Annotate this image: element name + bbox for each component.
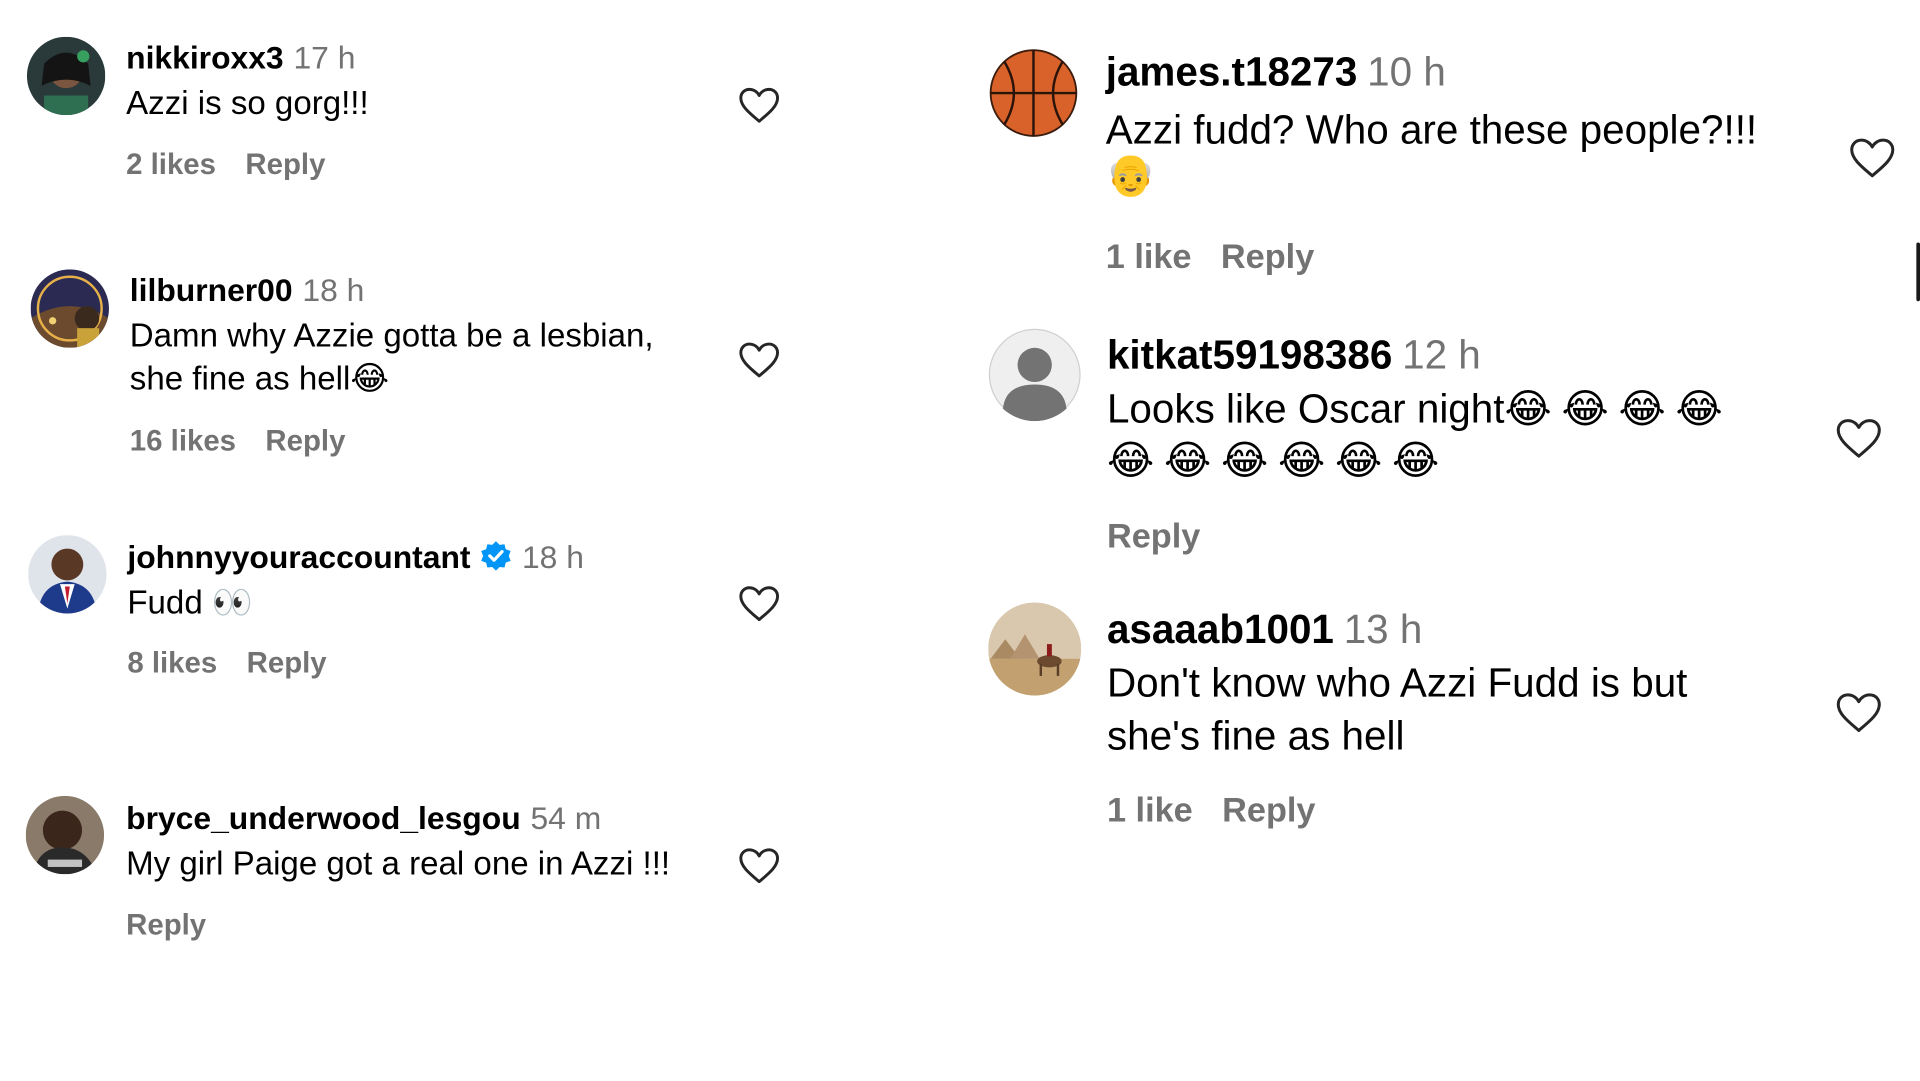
avatar[interactable]: [28, 535, 107, 614]
avatar[interactable]: [26, 36, 106, 116]
heart-icon[interactable]: [1836, 692, 1883, 734]
likes-count[interactable]: 16 likes: [130, 425, 236, 458]
heart-icon[interactable]: [1836, 418, 1883, 460]
timestamp: 18 h: [521, 538, 584, 576]
default-avatar-glyph: [988, 328, 1081, 422]
laughing-emoji: 😂: [1220, 437, 1269, 483]
laughing-emoji: 😂: [1277, 437, 1326, 483]
avatar[interactable]: [25, 795, 105, 875]
comment-text: Azzi is so gorg!!!: [126, 84, 369, 122]
timestamp: 54 m: [530, 799, 602, 837]
likes-count[interactable]: 2 likes: [126, 148, 216, 181]
old-man-emoji: 👴: [1105, 151, 1157, 198]
comment-text-part: Looks like Oscar night: [1106, 385, 1505, 432]
comment-text: Don't know who Azzi Fudd is but she's fi…: [1107, 658, 1687, 763]
comment-text: Fudd 👀: [127, 582, 253, 625]
heart-icon[interactable]: [738, 87, 780, 124]
avatar[interactable]: [988, 602, 1082, 696]
comment-text: Damn why Azzie gotta be a lesbian, she f…: [130, 315, 730, 401]
username[interactable]: johnnyyouraccountant: [127, 539, 470, 576]
heart-icon[interactable]: [1849, 137, 1896, 179]
likes-count[interactable]: 1 like: [1107, 791, 1193, 829]
reply-button[interactable]: Reply: [126, 909, 206, 942]
timestamp: 12 h: [1402, 331, 1481, 378]
heart-icon[interactable]: [738, 847, 780, 884]
likes-count[interactable]: 8 likes: [127, 647, 217, 680]
username[interactable]: james.t18273: [1106, 49, 1358, 94]
comment-text: Azzi fudd? Who are these people?!!!: [1105, 106, 1758, 152]
reply-button[interactable]: Reply: [247, 647, 327, 680]
laughing-emoji: 😂: [1106, 437, 1155, 483]
comment-text: My girl Paige got a real one in Azzi !!!: [126, 844, 671, 882]
comments-panel: nikkiroxx3 17 h Azzi is so gorg!!! 2 like…: [0, 0, 1920, 1081]
avatar-photo: [26, 36, 106, 116]
avatar-photo: [25, 795, 105, 875]
avatar-photo: [28, 535, 107, 614]
basketball-avatar: [986, 46, 1081, 140]
comment-text: Looks like Oscar night😂 😂 😂 😂: [1107, 383, 1733, 436]
heart-icon[interactable]: [738, 342, 780, 379]
laughing-emoji: 😂: [1504, 385, 1552, 432]
username[interactable]: bryce_underwood_lesgou: [126, 800, 521, 837]
username[interactable]: nikkiroxx3: [126, 39, 284, 76]
reply-button[interactable]: Reply: [1221, 238, 1314, 276]
avatar[interactable]: [986, 46, 1081, 140]
avatar[interactable]: [30, 269, 109, 348]
reply-button[interactable]: Reply: [1222, 791, 1315, 829]
laughing-emoji: 😂: [350, 360, 390, 397]
laughing-emoji: 😂: [1335, 437, 1383, 483]
timestamp: 13 h: [1343, 606, 1423, 652]
comment-text-line: she fine as hell😂: [130, 358, 730, 401]
avatar-photo: [30, 269, 109, 348]
timestamp: 10 h: [1367, 48, 1446, 95]
likes-count[interactable]: 1 like: [1106, 238, 1192, 276]
heart-icon[interactable]: [738, 585, 780, 622]
laughing-emoji: 😂: [1618, 385, 1666, 432]
reply-button[interactable]: Reply: [1107, 517, 1200, 555]
reply-button[interactable]: Reply: [265, 425, 345, 458]
desert-avatar-photo: [988, 602, 1082, 696]
comment-text-part: Fudd: [127, 584, 203, 621]
comment-text-line: she's fine as hell: [1106, 712, 1405, 758]
laughing-emoji: 😂: [1163, 437, 1212, 483]
scrollbar-thumb[interactable]: [1916, 242, 1920, 302]
comment-text-line: Damn why Azzie gotta be a lesbian,: [129, 317, 654, 354]
laughing-emoji: 😂: [1675, 385, 1723, 432]
verified-badge-icon: [480, 540, 512, 580]
comment-text-line: Don't know who Azzi Fudd is but: [1106, 660, 1688, 706]
username[interactable]: kitkat59198386: [1107, 332, 1392, 377]
laughing-emoji-row: 😂 😂 😂 😂: [1504, 386, 1732, 431]
timestamp: 18 h: [302, 271, 365, 309]
reply-button[interactable]: Reply: [245, 148, 325, 181]
username[interactable]: lilburner00: [130, 272, 293, 309]
username[interactable]: asaaab1001: [1107, 606, 1334, 651]
laughing-emoji: 😂: [1392, 437, 1440, 483]
comment-text-part: she fine as hell: [129, 360, 351, 397]
timestamp: 17 h: [293, 39, 356, 76]
laughing-emoji: 😂: [1561, 385, 1609, 432]
laughing-emoji-row: 😂 😂 😂 😂 😂 😂: [1107, 436, 1449, 484]
eyes-emoji: 👀: [211, 584, 254, 621]
default-user-icon[interactable]: [988, 328, 1081, 422]
